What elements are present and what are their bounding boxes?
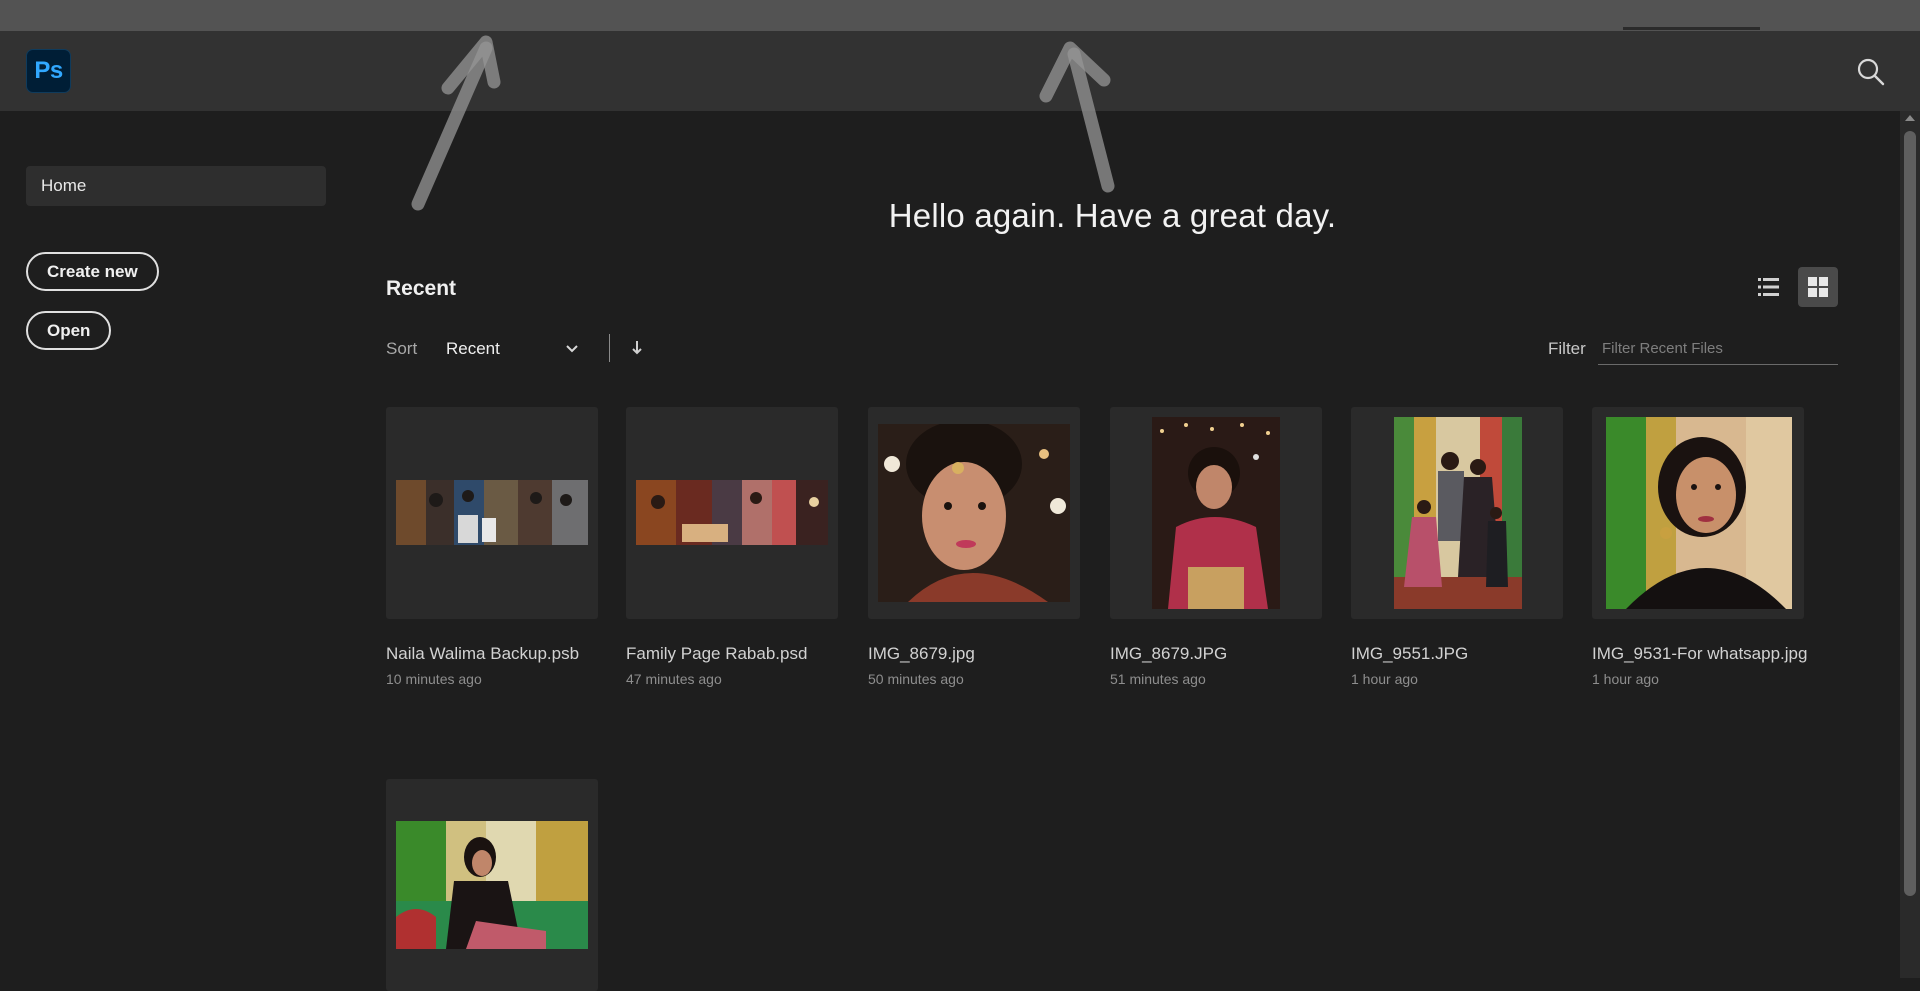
vertical-scrollbar[interactable]	[1900, 111, 1920, 978]
app-header: Ps	[0, 31, 1920, 111]
file-modified-time: 1 hour ago	[1351, 671, 1418, 687]
scrollbar-thumb[interactable]	[1904, 131, 1916, 896]
file-modified-time: 10 minutes ago	[386, 671, 482, 687]
file-name: IMG_9551.JPG	[1351, 644, 1469, 663]
sidebar-item-home[interactable]: Home	[26, 166, 326, 206]
file-thumbnail	[1592, 407, 1804, 619]
file-thumbnail	[386, 779, 598, 991]
sort-label: Sort	[386, 339, 418, 358]
file-name: IMG_8679.jpg	[868, 644, 975, 663]
filter-input[interactable]	[1598, 333, 1838, 365]
sort-dropdown[interactable]: Recent	[446, 335, 586, 363]
window-title-bar	[0, 0, 1920, 31]
recent-section-title: Recent	[386, 277, 457, 300]
logo-text: Ps	[34, 57, 63, 84]
file-modified-time: 50 minutes ago	[868, 671, 964, 687]
filter-label: Filter	[1548, 339, 1586, 358]
file-name: Naila Walima Backup.psb	[386, 644, 580, 663]
file-thumbnail	[1110, 407, 1322, 619]
main-content: Hello again. Have a great day. Recent So…	[350, 111, 1900, 991]
list-view-icon	[1758, 278, 1779, 296]
sidebar: Home Create new Open	[0, 111, 350, 978]
file-modified-time: 47 minutes ago	[626, 671, 722, 687]
file-thumbnail	[626, 407, 838, 619]
title-bar-tab-indicator	[1623, 27, 1760, 30]
scroll-up-arrow-icon[interactable]	[1905, 115, 1915, 121]
greeting-heading: Hello again. Have a great day.	[888, 197, 1337, 234]
file-thumbnail	[868, 407, 1080, 619]
search-icon[interactable]	[1855, 56, 1887, 88]
file-name: IMG_9531-For whatsapp.jpg	[1592, 644, 1808, 663]
file-thumbnail	[386, 407, 598, 619]
photoshop-logo[interactable]: Ps	[26, 49, 71, 93]
grid-view-button[interactable]	[1798, 267, 1838, 307]
sort-selected-value: Recent	[446, 339, 500, 358]
file-name: IMG_8679.JPG	[1110, 644, 1228, 663]
chevron-down-icon	[566, 345, 578, 353]
file-thumbnail	[1351, 407, 1563, 619]
sort-direction-button[interactable]	[626, 335, 648, 361]
file-modified-time: 1 hour ago	[1592, 671, 1659, 687]
sort-divider	[609, 334, 610, 362]
create-new-button[interactable]: Create new	[26, 252, 159, 291]
sidebar-item-label: Home	[41, 176, 87, 195]
file-name: Family Page Rabab.psd	[626, 644, 808, 663]
arrow-down-icon	[632, 341, 642, 355]
list-view-button[interactable]	[1749, 267, 1789, 307]
grid-view-icon	[1808, 277, 1828, 297]
open-button[interactable]: Open	[26, 311, 112, 350]
file-modified-time: 51 minutes ago	[1110, 671, 1206, 687]
